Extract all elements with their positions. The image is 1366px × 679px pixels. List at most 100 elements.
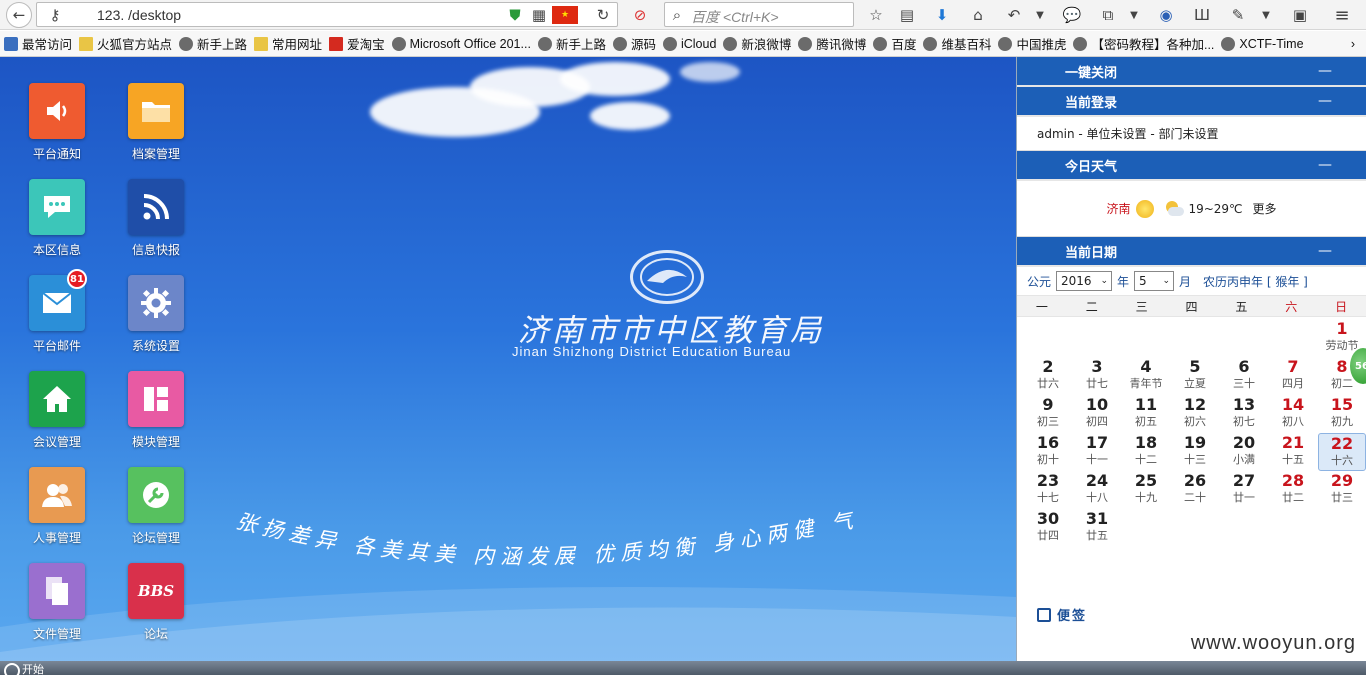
current-login-header[interactable]: 当前登录 —: [1017, 87, 1366, 117]
minimize-icon[interactable]: —: [1318, 243, 1332, 259]
bookmark-item[interactable]: 源码: [612, 34, 656, 53]
globe-icon: [1221, 36, 1236, 51]
globe-icon[interactable]: ◉: [1154, 4, 1178, 26]
calendar-day[interactable]: 25 十九: [1122, 471, 1170, 509]
flag-icon: ★: [552, 6, 578, 24]
bookmark-item[interactable]: 中国推虎: [998, 34, 1066, 53]
calendar-day[interactable]: 27 廿一: [1220, 471, 1268, 509]
adblock-icon[interactable]: ⊘: [628, 4, 652, 26]
calendar-day[interactable]: 11 初五: [1122, 395, 1170, 433]
calendar-day[interactable]: 28 廿二: [1269, 471, 1317, 509]
chat-bubble-icon[interactable]: 💬: [1060, 4, 1084, 26]
day-number: 1: [1336, 319, 1348, 338]
weather-city[interactable]: 济南: [1106, 200, 1130, 217]
bookmark-item[interactable]: Microsoft Office 201...: [391, 36, 531, 51]
calendar-day[interactable]: 17 十一: [1073, 433, 1121, 471]
reader-icon[interactable]: ▤: [895, 4, 919, 26]
search-bar[interactable]: ⌕ 百度 <Ctrl+K>: [664, 2, 854, 27]
minimize-icon[interactable]: —: [1318, 63, 1332, 79]
calendar-day[interactable]: 26 二十: [1171, 471, 1219, 509]
calendar-day[interactable]: 5 立夏: [1171, 357, 1219, 395]
sticky-note-button[interactable]: 便签: [1037, 605, 1087, 624]
shield-icon[interactable]: ⛊: [503, 4, 527, 26]
lunar-day: 十一: [1086, 453, 1108, 466]
weather-more-link[interactable]: 更多: [1253, 200, 1277, 217]
calendar-day[interactable]: 24 十八: [1073, 471, 1121, 509]
day-number: 9: [1042, 395, 1054, 414]
calendar-day[interactable]: 7 四月: [1269, 357, 1317, 395]
close-all-header[interactable]: 一键关闭 —: [1017, 57, 1366, 87]
calendar-day[interactable]: 31 廿五: [1073, 509, 1121, 547]
chevron-down-icon: ⌄: [1162, 276, 1171, 286]
weather-row: 济南 19~29℃ 更多: [1017, 181, 1366, 237]
lunar-day: 初四: [1086, 415, 1108, 428]
calendar-day-today[interactable]: 22 十六: [1318, 433, 1366, 471]
svg-text:张扬差异 各美其美 内涵发展 优质均衡 身心两健 气: 张扬差异 各美其美 内涵发展 优质均衡 身心两健 气: [234, 507, 861, 568]
day-number: 14: [1281, 395, 1305, 414]
calendar-day[interactable]: 13 初七: [1220, 395, 1268, 433]
reload-icon[interactable]: ↻: [591, 4, 615, 26]
menu-icon[interactable]: ≡: [1330, 4, 1354, 26]
calendar-day[interactable]: 15 初九: [1318, 395, 1366, 433]
day-number: 21: [1281, 433, 1305, 452]
crop-icon[interactable]: ⧉: [1096, 4, 1120, 26]
slogan-banner: 张扬差异 各美其美 内涵发展 优质均衡 身心两健 气: [234, 507, 861, 568]
bookmark-item[interactable]: 新浪微博: [723, 34, 791, 53]
bookmark-item[interactable]: 【密码教程】各种加...: [1073, 34, 1214, 53]
bookmark-item[interactable]: XCTF-Time: [1221, 36, 1304, 51]
calendar-day[interactable]: 9 初三: [1024, 395, 1072, 433]
bookmark-item[interactable]: 新手上路: [179, 34, 247, 53]
calendar-day[interactable]: 10 初四: [1073, 395, 1121, 433]
calendar-day[interactable]: 23 十七: [1024, 471, 1072, 509]
minimize-icon[interactable]: —: [1318, 157, 1332, 173]
calendar-day[interactable]: 29 廿三: [1318, 471, 1366, 509]
calendar-day[interactable]: 21 十五: [1269, 433, 1317, 471]
bookmark-item[interactable]: 百度: [873, 34, 916, 53]
calendar-day[interactable]: 19 十三: [1171, 433, 1219, 471]
calendar-day[interactable]: 3 廿七: [1073, 357, 1121, 395]
year-select[interactable]: 2016 ⌄: [1056, 271, 1113, 291]
calendar-day[interactable]: 18 十二: [1122, 433, 1170, 471]
chevron-down-icon[interactable]: ▼: [1254, 4, 1278, 26]
calendar-day[interactable]: 6 三十: [1220, 357, 1268, 395]
home-icon[interactable]: ⌂: [966, 4, 990, 26]
bookmark-folder-icon: [4, 36, 18, 51]
bookmark-item[interactable]: iCloud: [662, 36, 716, 51]
calendar-day[interactable]: 20 小满: [1220, 433, 1268, 471]
minimize-icon[interactable]: —: [1318, 93, 1332, 109]
bookmark-item[interactable]: 爱淘宝: [329, 34, 385, 53]
bookmark-item[interactable]: 新手上路: [537, 34, 606, 53]
chevron-down-icon[interactable]: ▼: [1028, 4, 1052, 26]
day-number: 29: [1330, 471, 1354, 490]
bookmarks-overflow-button[interactable]: ›: [1351, 37, 1355, 51]
bookmark-item[interactable]: 腾讯微博: [798, 34, 866, 53]
globe-icon: [1073, 36, 1088, 51]
calendar-day[interactable]: 2 廿六: [1024, 357, 1072, 395]
w-icon[interactable]: Ш: [1190, 4, 1214, 26]
tool-icon[interactable]: ✎: [1226, 4, 1250, 26]
star-icon[interactable]: ☆: [864, 4, 888, 26]
calendar-day[interactable]: 16 初十: [1024, 433, 1072, 471]
url-bar[interactable]: ⚷ 123. /desktop ⛊ ▦ ★ ↻: [36, 2, 618, 27]
bookmark-item[interactable]: 维基百科: [923, 34, 991, 53]
calendar-day[interactable]: 4 青年节: [1122, 357, 1170, 395]
calendar-day[interactable]: 12 初六: [1171, 395, 1219, 433]
weekday-label: 四: [1185, 299, 1198, 314]
chevron-down-icon[interactable]: ▼: [1122, 4, 1146, 26]
qr-icon[interactable]: ▦: [527, 4, 551, 26]
month-select[interactable]: 5 ⌄: [1134, 271, 1175, 291]
lunar-day: 十二: [1135, 453, 1157, 466]
bookmark-item[interactable]: 常用网址: [254, 34, 322, 53]
current-date-header[interactable]: 当前日期 —: [1017, 237, 1366, 267]
back-button[interactable]: ←: [6, 2, 32, 28]
screenshot-icon[interactable]: ▣: [1288, 4, 1312, 26]
bookmark-item[interactable]: 火狐官方站点: [79, 34, 172, 53]
bookmark-item[interactable]: 最常访问: [4, 34, 72, 53]
undo-icon[interactable]: ↶: [1002, 4, 1026, 26]
globe-icon: [662, 36, 677, 51]
weather-header[interactable]: 今日天气 —: [1017, 151, 1366, 181]
calendar-day[interactable]: 30 廿四: [1024, 509, 1072, 547]
download-icon[interactable]: ⬇: [930, 4, 954, 26]
calendar-day[interactable]: 14 初八: [1269, 395, 1317, 433]
start-button[interactable]: 开始: [0, 661, 70, 679]
